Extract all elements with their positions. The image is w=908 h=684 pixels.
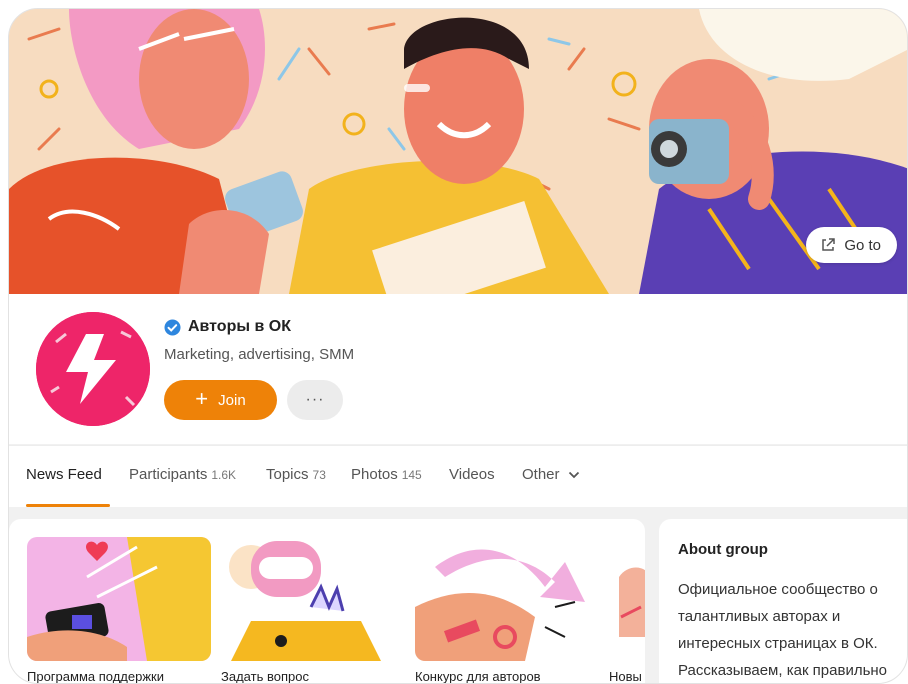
group-title-row: Авторы в ОК <box>164 318 291 336</box>
tile-news[interactable] <box>609 537 645 661</box>
group-tabs: News Feed Participants 1.6K Topics 73 Phot… <box>9 445 907 507</box>
active-tab-indicator <box>26 504 110 507</box>
tile-authors-contest[interactable] <box>415 537 599 661</box>
tab-other[interactable]: Other <box>522 466 580 483</box>
group-header: Авторы в ОК Marketing, advertising, SMM … <box>9 294 907 444</box>
tile-label: Программа поддержки <box>27 669 164 684</box>
tab-count: 1.6K <box>211 468 237 482</box>
join-label: Join <box>218 391 246 409</box>
feed-highlights: Программа поддержки Задать вопрос Конкур… <box>9 519 645 684</box>
external-link-icon <box>822 238 836 251</box>
tile-label: Конкурс для авторов <box>415 669 541 684</box>
join-button[interactable]: + Join <box>164 380 277 420</box>
support-program-illustration <box>27 537 211 661</box>
tab-count: 145 <box>401 468 422 482</box>
tile-label: Задать вопрос <box>221 669 309 684</box>
group-page: Go to Авторы в ОК Marketing, advertising… <box>8 8 908 684</box>
about-group-card: About group Официальное сообщество о тал… <box>659 519 907 683</box>
cover-illustration <box>9 9 907 294</box>
ask-question-illustration <box>221 537 405 661</box>
tab-label: Photos <box>351 466 398 483</box>
tab-label: Participants <box>129 466 208 483</box>
cover-image: Go to <box>9 9 907 294</box>
go-to-label: Go to <box>844 236 881 254</box>
more-options-button[interactable]: ··· <box>287 380 343 420</box>
tile-label: Новы <box>609 669 642 684</box>
authors-contest-illustration <box>415 537 599 661</box>
tab-topics[interactable]: Topics 73 <box>266 466 326 483</box>
tab-photos[interactable]: Photos 145 <box>351 466 422 483</box>
about-title: About group <box>678 541 768 558</box>
lightning-logo-icon <box>36 312 150 426</box>
tab-label: Other <box>522 466 560 483</box>
verified-badge-icon <box>164 319 181 335</box>
tab-news-feed[interactable]: News Feed <box>26 466 102 483</box>
tile-ask-question[interactable] <box>221 537 405 661</box>
news-illustration <box>609 537 645 661</box>
tile-support-program[interactable] <box>27 537 211 661</box>
tab-participants[interactable]: Participants 1.6K <box>129 466 236 483</box>
go-to-button[interactable]: Go to <box>806 227 897 263</box>
about-description: Официальное сообщество о талантливых авт… <box>678 581 888 679</box>
plus-icon: + <box>195 386 209 411</box>
tab-videos[interactable]: Videos <box>449 466 495 483</box>
chevron-down-icon <box>568 471 579 479</box>
tab-label: Videos <box>449 466 495 483</box>
tab-label: News Feed <box>26 466 102 483</box>
tab-count: 73 <box>312 468 326 482</box>
group-category: Marketing, advertising, SMM <box>164 346 355 363</box>
group-avatar[interactable] <box>36 312 150 426</box>
group-title[interactable]: Авторы в ОК <box>188 318 291 336</box>
tab-label: Topics <box>266 466 309 483</box>
